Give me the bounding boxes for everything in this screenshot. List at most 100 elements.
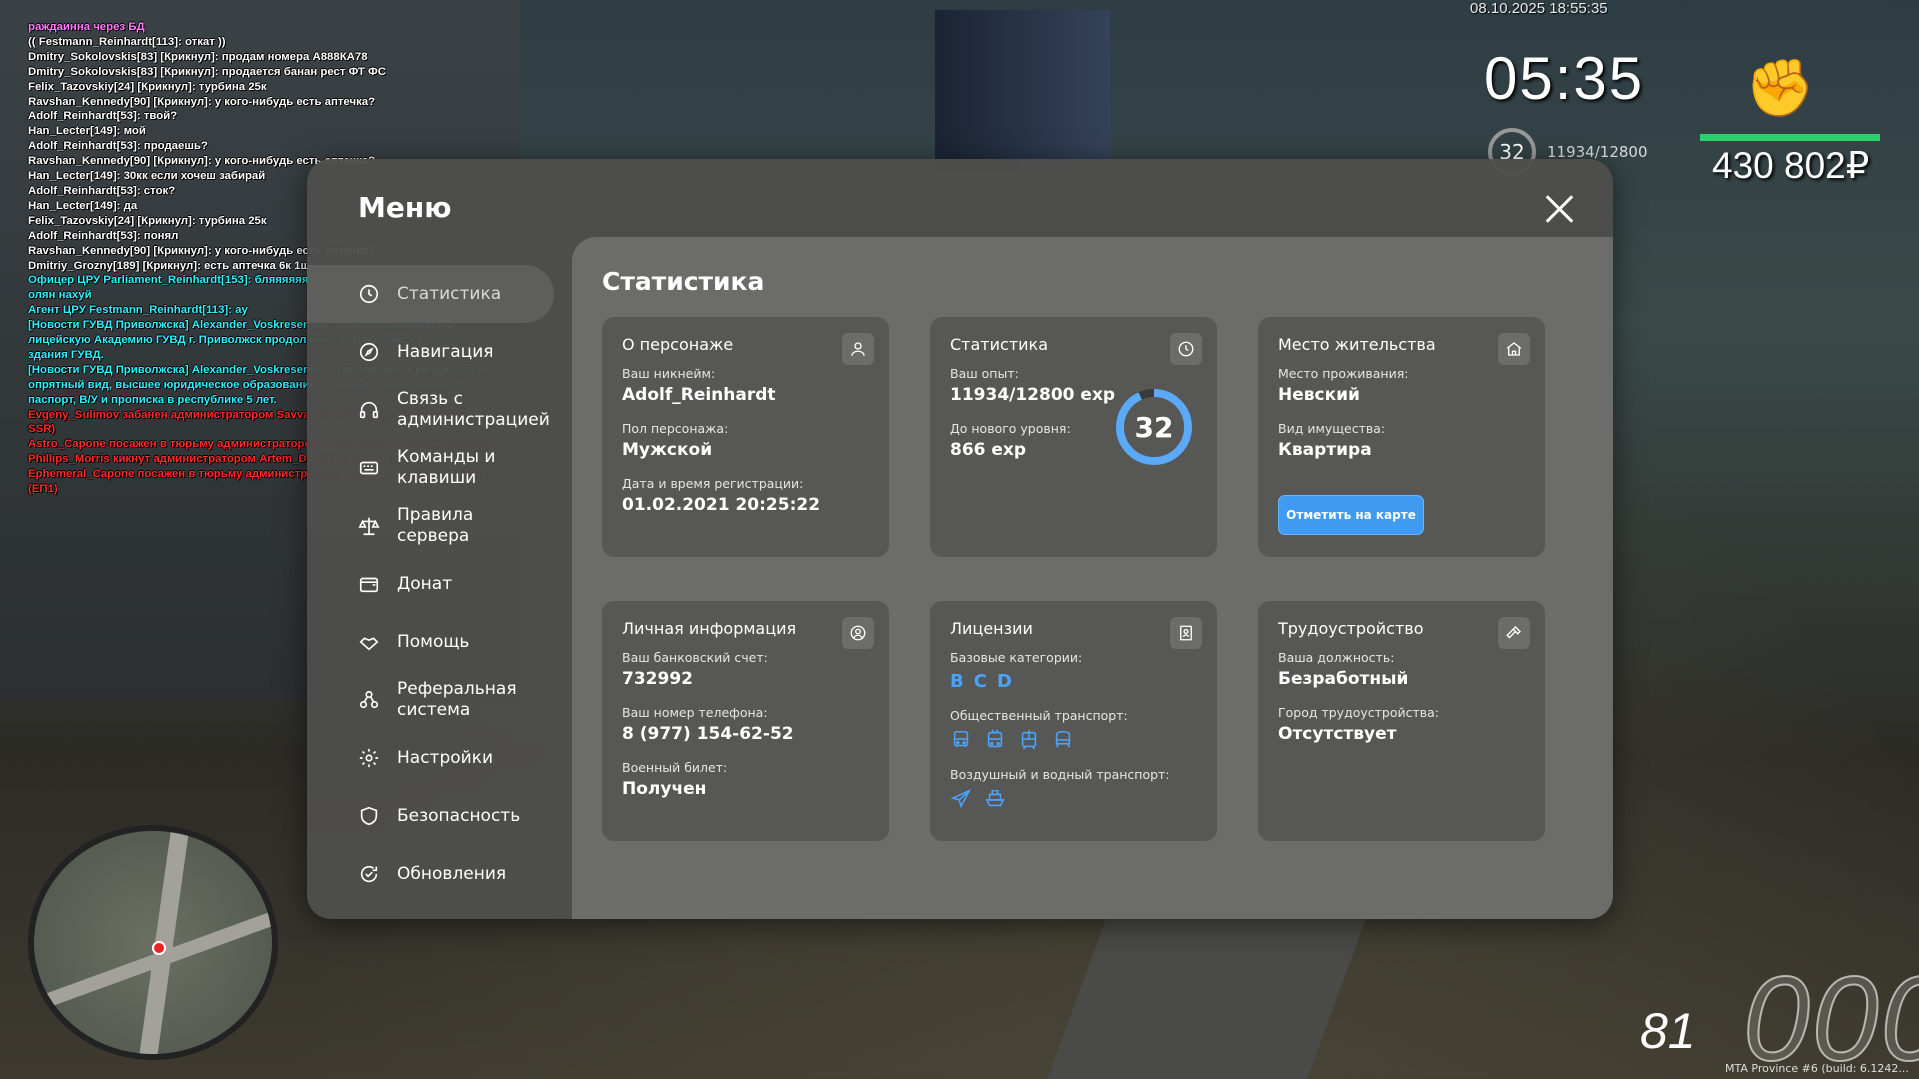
background-road <box>1047 900 1373 1079</box>
bus-icon <box>953 730 969 748</box>
chat-line: Han_Lecter[149]: мой <box>28 125 146 138</box>
nav-item-label: Обновления <box>397 863 507 884</box>
nickname-label: Ваш никнейм: <box>622 366 716 381</box>
card-employment: Трудоустройство Ваша должность: Безработ… <box>1258 601 1545 841</box>
air-water-label: Воздушный и водный транспорт: <box>950 767 1170 782</box>
user-circle-icon <box>842 617 874 649</box>
bank-value: 732992 <box>622 669 693 689</box>
residence-label: Место проживания: <box>1278 366 1409 381</box>
card-title: Трудоустройство <box>1278 619 1424 638</box>
card-title: Личная информация <box>622 619 797 638</box>
nav-item-6[interactable]: Донат <box>307 555 572 613</box>
card-title: Статистика <box>950 335 1048 354</box>
content-title: Статистика <box>602 267 765 296</box>
base-categories-label: Базовые категории: <box>950 650 1083 665</box>
card-title: Лицензии <box>950 619 1033 638</box>
trolleybus-icon <box>987 729 1003 748</box>
card-stats: Статистика Ваш опыт: 11934/12800 exp До … <box>930 317 1217 557</box>
handshake-icon <box>357 630 381 654</box>
hammer-icon <box>1498 617 1530 649</box>
nav-item-1[interactable]: Статистика <box>307 265 554 323</box>
military-value: Получен <box>622 779 707 799</box>
public-transport-icons <box>950 729 1197 751</box>
minimap[interactable] <box>28 825 278 1060</box>
property-label: Вид имущества: <box>1278 421 1386 436</box>
chat-line: Felix_Tazovskiy[24] [Крикнул]: турбина 2… <box>28 80 267 93</box>
nav-item-label: Помощь <box>397 631 470 652</box>
clock-icon <box>357 282 381 306</box>
military-label: Военный билет: <box>622 760 728 775</box>
menu-window: Меню Статистика Навигация Связь с админист… <box>307 159 1613 919</box>
chat-line: Adolf_Reinhardt[53]: продаешь? <box>28 140 208 153</box>
background-skyscraper <box>935 10 1110 170</box>
mark-on-map-button[interactable]: Отметить на карте <box>1278 495 1424 535</box>
chat-line: (( Festmann_Reinhardt[113]: откат )) <box>28 35 226 48</box>
nav-item-11[interactable]: Обновления <box>307 845 572 903</box>
keyboard-icon <box>357 456 381 480</box>
license-category: D <box>996 671 1012 692</box>
position-label: Ваша должность: <box>1278 650 1395 665</box>
nav-item-10[interactable]: Безопасность <box>307 787 572 845</box>
tram-icon <box>1021 729 1037 750</box>
chat-line: Dmitry_Sokolovskis[83] [Крикнул]: продае… <box>28 65 386 78</box>
exp-label: Ваш опыт: <box>950 366 1019 381</box>
close-icon[interactable] <box>1542 191 1578 227</box>
headset-icon <box>357 398 381 422</box>
content-panel: Статистика О персонаже Ваш никнейм: Adol… <box>572 237 1613 919</box>
air-water-icons <box>950 788 1197 810</box>
nickname-value: Adolf_Reinhardt <box>622 385 776 405</box>
nav-item-label: Связь с администрацией <box>397 389 550 430</box>
airplane-icon <box>950 789 971 809</box>
chat-line: Dmitry_Sokolovskis[83] [Крикнул]: продам… <box>28 50 368 63</box>
scales-icon <box>357 514 381 538</box>
boat-icon <box>985 789 1005 807</box>
metro-icon <box>1055 730 1071 748</box>
menu-sidebar: Статистика Навигация Связь с администрацие… <box>307 265 572 903</box>
menu-title: Меню <box>358 191 452 224</box>
nav-item-8[interactable]: Реферальная система <box>307 671 572 729</box>
fist-icon: ✊ <box>1745 56 1815 121</box>
hud-date: 08.10.2025 18:55:35 <box>1470 0 1608 17</box>
nav-item-2[interactable]: Навигация <box>307 323 572 381</box>
phone-label: Ваш номер телефона: <box>622 705 768 720</box>
chat-line: раждаинна через БД <box>28 21 145 33</box>
employment-city-label: Город трудоустройства: <box>1278 705 1440 720</box>
hud-clock: 05:35 <box>1484 45 1645 112</box>
license-category: B <box>950 671 964 692</box>
gear-icon <box>357 746 381 770</box>
hud-fuel: 81 <box>1640 1003 1696 1059</box>
card-personal: Личная информация Ваш банковский счет: 7… <box>602 601 889 841</box>
refresh-check-icon <box>357 862 381 886</box>
level-value: 32 <box>1134 410 1174 444</box>
license-category: C <box>973 671 987 692</box>
hud-build-info: MTA Province #6 (build: 6.1242... <box>1725 1062 1909 1075</box>
residence-value: Невский <box>1278 385 1360 405</box>
id-card-icon <box>1170 617 1202 649</box>
player-marker-icon <box>152 941 166 955</box>
nav-item-label: Настройки <box>397 747 494 768</box>
employment-city-value: Отсутствует <box>1278 724 1397 744</box>
nav-item-label: Реферальная система <box>397 679 517 720</box>
phone-value: 8 (977) 154-62-52 <box>622 724 794 744</box>
chat-line: Adolf_Reinhardt[53]: твой? <box>28 110 178 123</box>
nav-item-4[interactable]: Команды и клавиши <box>307 439 572 497</box>
card-residence: Место жительства Место проживания: Невск… <box>1258 317 1545 557</box>
sex-label: Пол персонажа: <box>622 421 729 436</box>
bank-label: Ваш банковский счет: <box>622 650 768 665</box>
user-icon <box>842 333 874 365</box>
nav-item-9[interactable]: Настройки <box>307 729 572 787</box>
nav-item-label: Безопасность <box>397 805 521 826</box>
nav-item-label: Правила сервера <box>397 505 474 546</box>
nav-item-label: Донат <box>397 573 453 594</box>
card-title: О персонаже <box>622 335 734 354</box>
nav-item-3[interactable]: Связь с администрацией <box>307 381 572 439</box>
license-categories: B C D <box>950 671 1197 692</box>
nav-item-label: Статистика <box>397 283 502 304</box>
public-transport-label: Общественный транспорт: <box>950 708 1128 723</box>
sex-value: Мужской <box>622 440 713 460</box>
nav-item-7[interactable]: Помощь <box>307 613 572 671</box>
hud-health-bar <box>1700 134 1880 141</box>
nav-item-5[interactable]: Правила сервера <box>307 497 572 555</box>
card-licenses: Лицензии Базовые категории: B C D Общест… <box>930 601 1217 841</box>
card-title: Место жительства <box>1278 335 1436 354</box>
